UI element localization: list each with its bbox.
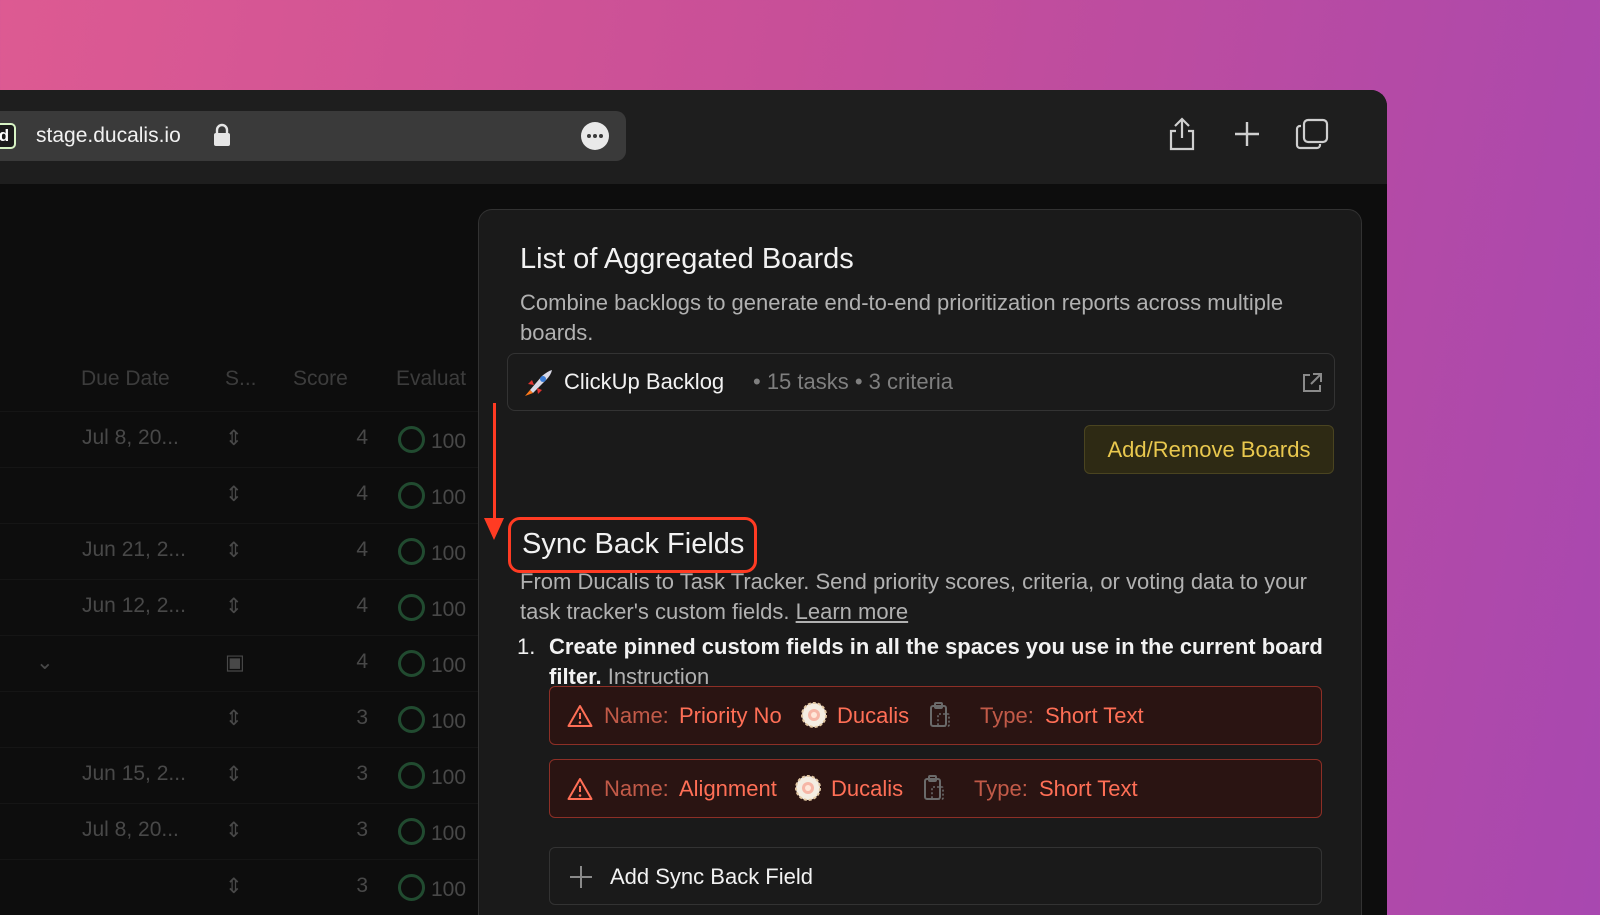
tabs-overview-icon[interactable] (1295, 118, 1329, 155)
sync-field-warning-row[interactable]: Name: Priority No Ducalis Type: Short Te… (549, 686, 1322, 745)
share-icon[interactable] (1167, 116, 1197, 157)
chevron-down-icon[interactable]: ⌄ (36, 650, 54, 675)
score-cell: 3 (356, 874, 368, 897)
field-source: Ducalis (831, 776, 904, 801)
table-row[interactable]: ⇕ 4 100 (0, 467, 480, 523)
column-header-score[interactable]: Score (293, 367, 348, 391)
column-header-evaluation[interactable]: Evaluat (396, 367, 466, 391)
ducalis-badge-icon: ▣ (225, 651, 245, 674)
sort-icon: ⇕ (225, 819, 243, 842)
sort-icon: ⇕ (225, 763, 243, 786)
site-favicon: d (0, 123, 16, 149)
score-cell: 4 (356, 650, 368, 673)
evaluation-cell: 100 (398, 818, 466, 846)
score-cell: 4 (356, 426, 368, 449)
copy-icon[interactable] (928, 701, 952, 735)
aggregated-board-item[interactable]: ClickUp Backlog • 15 tasks • 3 criteria (507, 353, 1335, 411)
field-source: Ducalis (837, 703, 910, 728)
annotation-arrow (493, 403, 496, 518)
field-type-label: Type: (974, 776, 1028, 801)
copy-icon[interactable] (922, 774, 946, 808)
field-type: Short Text (1045, 703, 1144, 728)
sync-back-fields-title: Sync Back Fields (508, 517, 758, 573)
table-row[interactable]: ⌄ ▣ 4 100 (0, 635, 480, 691)
add-remove-boards-button[interactable]: Add/Remove Boards (1084, 425, 1334, 474)
evaluation-cell: 100 (398, 762, 466, 790)
rocket-icon (522, 368, 554, 403)
field-name-label: Name: (604, 776, 669, 801)
sort-icon: ⇕ (225, 483, 243, 506)
field-name: Priority No (679, 703, 782, 728)
column-header-due-date[interactable]: Due Date (81, 367, 170, 391)
sync-back-description-text: From Ducalis to Task Tracker. Send prior… (520, 569, 1308, 624)
sync-back-description: From Ducalis to Task Tracker. Send prior… (520, 567, 1340, 627)
field-type: Short Text (1039, 776, 1138, 801)
score-cell: 3 (356, 818, 368, 841)
step-number: 1. (517, 634, 536, 659)
score-cell: 3 (356, 706, 368, 729)
external-link-icon[interactable] (1300, 371, 1324, 400)
board-meta: • 15 tasks • 3 criteria (753, 369, 954, 394)
ducalis-logo-icon (800, 701, 828, 735)
table-row[interactable]: ⇕ 3 100 (0, 691, 480, 747)
table-row[interactable]: Jun 12, 2... ⇕ 4 100 (0, 579, 480, 635)
due-date-cell: Jun 15, 2... (82, 762, 186, 785)
score-cell: 4 (356, 538, 368, 561)
lock-icon (212, 123, 232, 152)
score-cell: 3 (356, 762, 368, 785)
evaluation-cell: 100 (398, 482, 466, 510)
board-settings-panel: List of Aggregated Boards Combine backlo… (478, 209, 1362, 915)
sort-icon: ⇕ (225, 539, 243, 562)
table-row[interactable]: Jun 15, 2... ⇕ 3 100 (0, 747, 480, 803)
address-bar[interactable]: d stage.ducalis.io (0, 111, 626, 161)
due-date-cell: Jun 21, 2... (82, 538, 186, 561)
field-name-label: Name: (604, 703, 669, 728)
evaluation-cell: 100 (398, 706, 466, 734)
add-sync-back-field-button[interactable]: Add Sync Back Field (549, 847, 1322, 905)
sort-icon: ⇕ (225, 595, 243, 618)
warning-icon (567, 704, 593, 734)
learn-more-link[interactable]: Learn more (796, 599, 909, 624)
annotation-arrow-head (484, 518, 504, 540)
due-date-cell: Jun 12, 2... (82, 594, 186, 617)
evaluation-cell: 100 (398, 874, 466, 902)
due-date-cell: Jul 8, 20... (82, 426, 179, 449)
table-row[interactable]: ⇕ 3 100 (0, 859, 480, 915)
sync-field-warning-row[interactable]: Name: Alignment Ducalis Type: Short Text (549, 759, 1322, 818)
browser-toolbar: d stage.ducalis.io (0, 90, 1387, 184)
add-sync-back-field-label: Add Sync Back Field (610, 864, 813, 889)
page-options-button[interactable] (581, 122, 609, 150)
url-text[interactable]: stage.ducalis.io (36, 124, 181, 148)
column-header-status[interactable]: S... (225, 367, 257, 391)
sort-icon: ⇕ (225, 875, 243, 898)
aggregated-boards-title: List of Aggregated Boards (520, 243, 854, 275)
field-type-label: Type: (980, 703, 1034, 728)
evaluation-cell: 100 (398, 594, 466, 622)
plus-icon (569, 865, 593, 895)
score-cell: 4 (356, 482, 368, 505)
warning-icon (567, 777, 593, 807)
evaluation-cell: 100 (398, 538, 466, 566)
evaluation-cell: 100 (398, 650, 466, 678)
aggregated-boards-description: Combine backlogs to generate end-to-end … (520, 290, 1284, 345)
step-instruction: Create pinned custom fields in all the s… (549, 632, 1329, 692)
sort-icon: ⇕ (225, 707, 243, 730)
task-table: Due Date S... Score Evaluat Jul 8, 20...… (0, 184, 480, 915)
table-row[interactable]: Jun 21, 2... ⇕ 4 100 (0, 523, 480, 579)
field-name: Alignment (679, 776, 777, 801)
table-row[interactable]: Jul 8, 20... ⇕ 4 100 (0, 411, 480, 467)
score-cell: 4 (356, 594, 368, 617)
due-date-cell: Jul 8, 20... (82, 818, 179, 841)
sort-icon: ⇕ (225, 427, 243, 450)
evaluation-cell: 100 (398, 426, 466, 454)
new-tab-icon[interactable] (1233, 120, 1261, 153)
board-name[interactable]: ClickUp Backlog (564, 369, 724, 395)
ducalis-logo-icon (794, 774, 822, 808)
table-row[interactable]: Jul 8, 20... ⇕ 3 100 (0, 803, 480, 859)
